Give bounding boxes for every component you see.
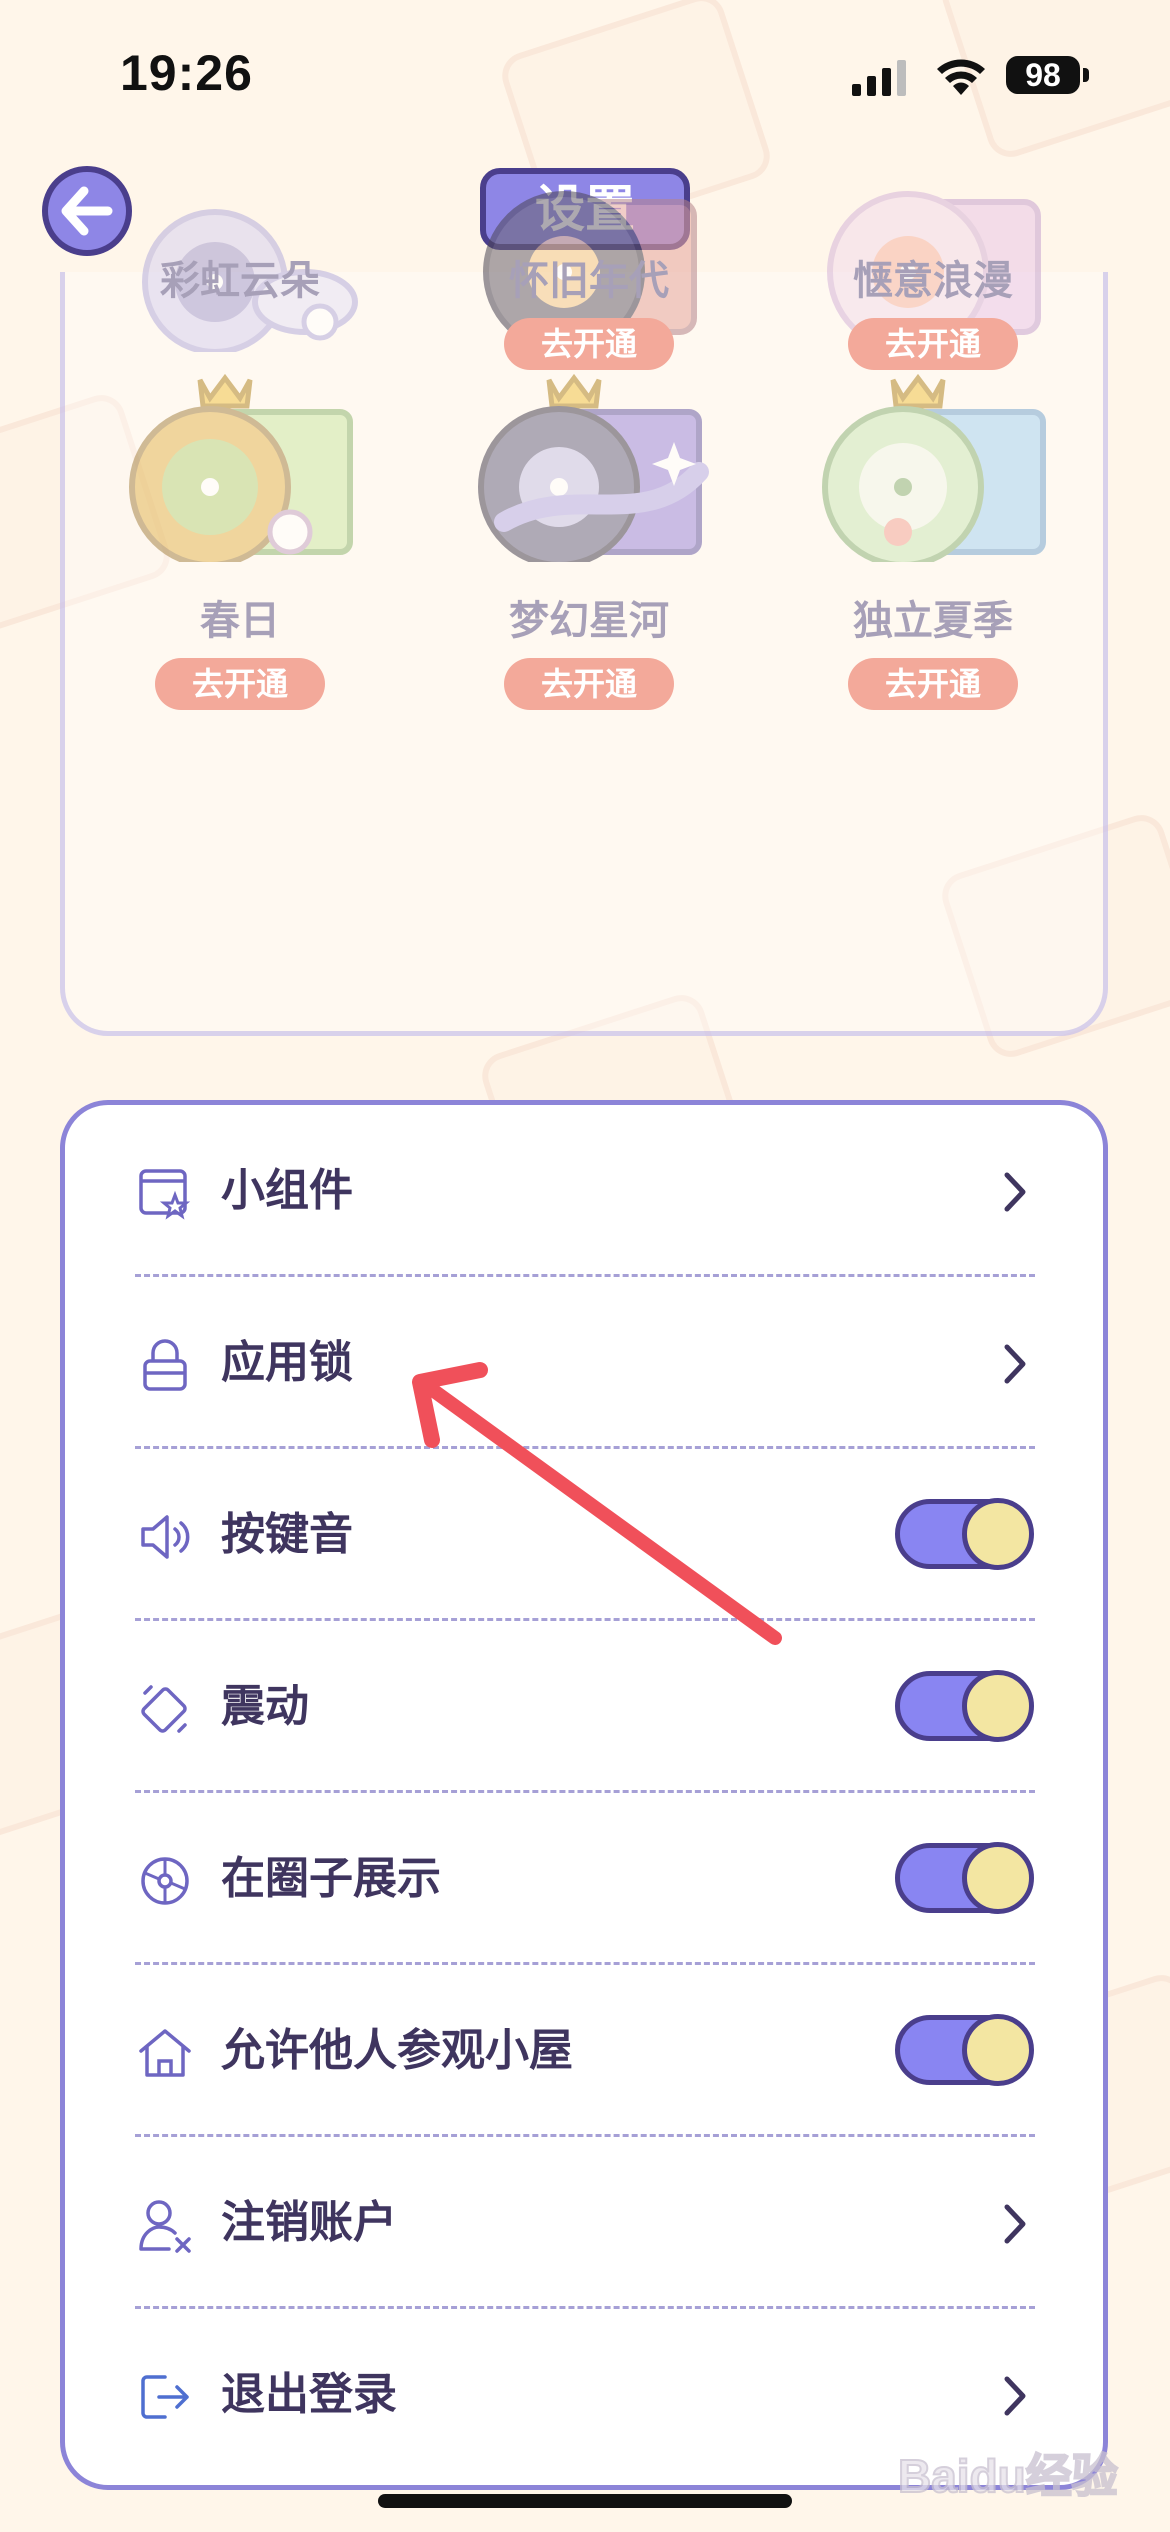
battery-indicator: 98	[1006, 56, 1080, 94]
toggle-knob	[962, 1670, 1034, 1742]
setting-label: 震动	[221, 1681, 309, 1732]
dream-galaxy-theme-art	[478, 373, 709, 562]
home-indicator[interactable]	[378, 2494, 792, 2508]
theme-name: 怀旧年代	[509, 258, 669, 304]
vibration-icon	[141, 1685, 187, 1733]
spring-theme-art	[129, 373, 353, 562]
unlock-button[interactable]: 去开通	[848, 318, 1018, 370]
user-remove-icon	[139, 2200, 191, 2253]
vibration-toggle[interactable]	[895, 1670, 1034, 1742]
baidu-watermark: Baidu经验	[897, 2440, 1128, 2520]
watermark-text: Baidu经验	[897, 2449, 1119, 2503]
setting-label: 在圈子展示	[221, 1853, 441, 1904]
theme-card: 彩虹云朵 怀旧年代 去开通 惬意浪漫 去开通 春日 去开通 梦幻星河 去开通 独…	[60, 191, 1108, 1036]
toggle-knob	[962, 2014, 1034, 2086]
cellular-signal-icon	[852, 60, 906, 96]
unlock-button[interactable]: 去开通	[504, 318, 674, 370]
theme-name: 春日	[200, 598, 280, 644]
theme-name: 彩虹云朵	[160, 258, 320, 304]
speaker-icon	[141, 1515, 190, 1559]
arrow-left-icon	[61, 186, 113, 236]
show-in-circle-toggle[interactable]	[895, 1842, 1034, 1914]
theme-name: 梦幻星河	[509, 598, 669, 644]
status-time: 19:26	[120, 45, 253, 101]
wifi-icon	[937, 59, 985, 95]
setting-row-widget[interactable]: 小组件	[135, 1105, 1035, 1277]
chevron-right-icon[interactable]	[995, 2371, 1035, 2421]
toggle-knob	[962, 1498, 1034, 1570]
widget-icon	[139, 1169, 191, 1220]
lock-icon	[143, 1339, 187, 1391]
toggle-knob	[962, 1842, 1034, 1914]
setting-label: 注销账户	[221, 2197, 397, 2248]
annotation-arrow-icon	[412, 1362, 782, 1645]
chevron-right-icon[interactable]	[995, 2199, 1035, 2249]
chevron-right-icon[interactable]	[995, 1167, 1035, 1217]
logout-icon	[141, 2375, 189, 2419]
setting-row-allow-visit: 允许他人参观小屋	[135, 1965, 1035, 2137]
setting-label: 小组件	[221, 1165, 353, 1216]
setting-row-delete-account[interactable]: 注销账户	[135, 2137, 1035, 2309]
settings-card: 小组件 应用锁 按键音 震动 在圈子展示 允许他人参观小屋 注销账户 退出登录	[60, 1100, 1108, 2490]
unlock-button[interactable]: 去开通	[504, 658, 674, 710]
unlock-button[interactable]: 去开通	[155, 658, 325, 710]
allow-visit-toggle[interactable]	[895, 2014, 1034, 2086]
setting-label: 应用锁	[221, 1337, 353, 1388]
unlock-button[interactable]: 去开通	[848, 658, 1018, 710]
theme-name: 独立夏季	[853, 598, 1013, 644]
battery-tip	[1083, 68, 1089, 82]
summer-theme-art	[822, 373, 1046, 562]
theme-name: 惬意浪漫	[853, 258, 1013, 304]
setting-label: 允许他人参观小屋	[221, 2025, 573, 2076]
house-icon	[139, 2029, 191, 2077]
setting-label: 退出登录	[221, 2369, 397, 2420]
setting-label: 按键音	[221, 1509, 353, 1560]
setting-row-show-in-circle: 在圈子展示	[135, 1793, 1035, 1965]
chevron-right-icon[interactable]	[995, 1339, 1035, 1389]
circle-icon	[141, 1857, 189, 1905]
key-sound-toggle[interactable]	[895, 1498, 1034, 1570]
status-bar: 19:26 98	[0, 0, 1170, 150]
